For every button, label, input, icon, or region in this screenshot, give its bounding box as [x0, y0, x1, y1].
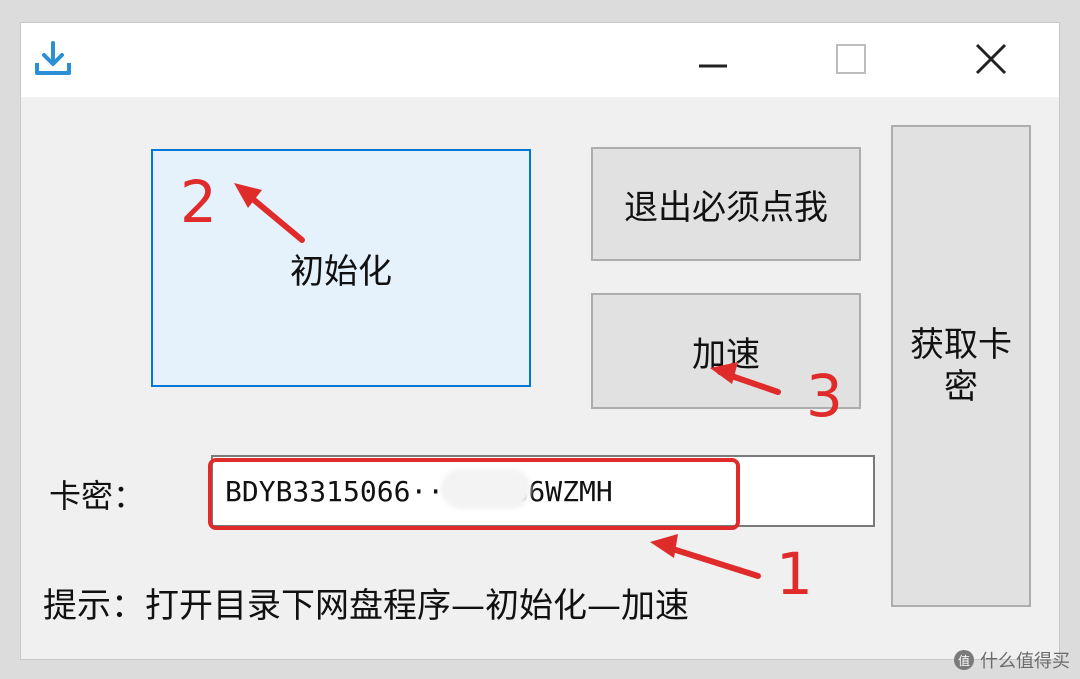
hint-text: 提示：打开目录下网盘程序—初始化—加速	[43, 586, 689, 626]
title-bar	[21, 23, 1059, 97]
watermark: 值 什么值得买	[954, 647, 1070, 673]
annotation-number-2: 2	[180, 168, 217, 236]
key-input[interactable]	[211, 455, 875, 527]
exit-button-label: 退出必须点我	[624, 187, 828, 228]
minimize-icon	[699, 64, 727, 68]
watermark-text: 什么值得买	[980, 651, 1070, 672]
download-icon	[35, 41, 71, 75]
maximize-button[interactable]	[821, 31, 881, 87]
app-window: 初始化 退出必须点我 加速 获取卡密 卡密： 提示：打开目录下网盘程序—初始化—…	[20, 22, 1060, 660]
speed-up-button-label: 加速	[692, 334, 760, 375]
initialize-button-label: 初始化	[290, 251, 392, 292]
annotation-number-3: 3	[806, 362, 843, 430]
annotation-number-1: 1	[776, 540, 813, 608]
watermark-logo: 值	[954, 650, 974, 670]
get-key-button-label: 获取卡密	[910, 325, 1012, 407]
key-field-label: 卡密：	[49, 477, 146, 515]
close-icon	[975, 43, 1007, 75]
screenshot-frame: 初始化 退出必须点我 加速 获取卡密 卡密： 提示：打开目录下网盘程序—初始化—…	[0, 0, 1080, 679]
minimize-button[interactable]	[683, 31, 743, 87]
maximize-icon	[836, 44, 866, 74]
close-button[interactable]	[961, 31, 1021, 87]
get-key-button[interactable]: 获取卡密	[891, 125, 1031, 607]
exit-button[interactable]: 退出必须点我	[591, 147, 861, 261]
redaction-smudge	[441, 469, 531, 509]
